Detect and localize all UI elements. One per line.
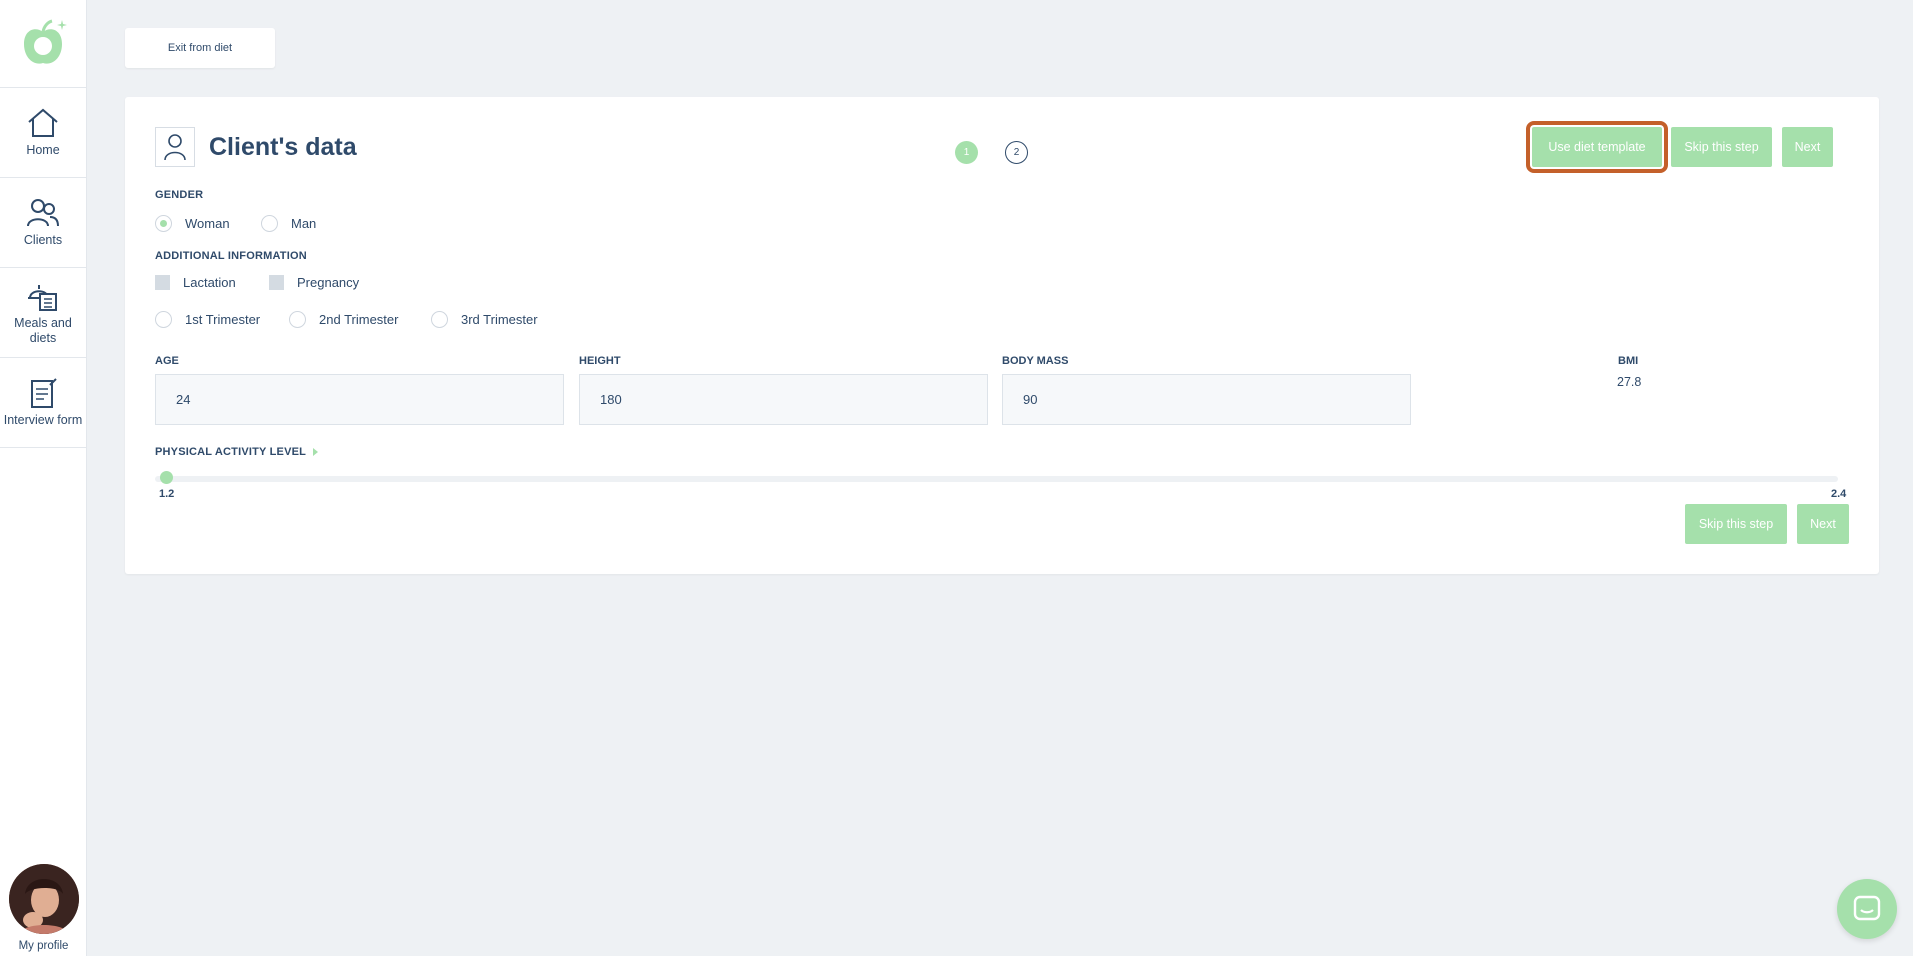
trimester-2-radio[interactable]: 2nd Trimester xyxy=(289,311,398,328)
skip-step-button-bottom[interactable]: Skip this step xyxy=(1685,504,1787,544)
users-icon xyxy=(27,199,59,227)
apple-logo-icon xyxy=(24,19,67,64)
form-icon xyxy=(31,378,57,408)
gender-label: GENDER xyxy=(155,189,204,201)
sidebar-item-label: Clients xyxy=(23,233,63,247)
age-label: AGE xyxy=(155,355,179,367)
sidebar-item-label: Interview form xyxy=(3,413,83,427)
avatar[interactable] xyxy=(8,864,79,934)
step-1[interactable]: 1 xyxy=(955,141,978,164)
trimester-3-radio[interactable]: 3rd Trimester xyxy=(431,311,538,328)
card-header: Client's data xyxy=(155,127,357,167)
sidebar-item-label: Meals and diets xyxy=(14,315,72,345)
pregnancy-label: Pregnancy xyxy=(297,275,360,290)
trimester-1-label: 1st Trimester xyxy=(185,312,261,327)
slider-min-value: 1.2 xyxy=(159,488,175,500)
chat-button[interactable] xyxy=(1837,879,1897,939)
physical-activity-label: PHYSICAL ACTIVITY LEVEL xyxy=(155,446,307,458)
trimester-2-label: 2nd Trimester xyxy=(319,312,399,327)
sidebar-item-clients[interactable]: Clients xyxy=(0,178,86,268)
app-logo[interactable] xyxy=(0,0,86,88)
sidebar-item-interview-form[interactable]: Interview form xyxy=(0,358,86,448)
checkbox-icon xyxy=(155,275,170,290)
height-label: HEIGHT xyxy=(579,355,621,367)
activity-slider-handle[interactable] xyxy=(160,471,173,484)
step-2[interactable]: 2 xyxy=(1005,141,1028,164)
pregnancy-checkbox[interactable]: Pregnancy xyxy=(269,275,359,290)
person-icon xyxy=(155,127,195,167)
height-field[interactable]: 180 xyxy=(579,374,988,425)
home-icon xyxy=(28,108,58,137)
trimester-3-label: 3rd Trimester xyxy=(461,312,538,327)
skip-step-button-top[interactable]: Skip this step xyxy=(1671,127,1772,167)
sidebar-item-meals[interactable]: Meals and diets xyxy=(0,268,86,358)
sidebar: Home Clients Meals and diets Interview f… xyxy=(0,0,87,956)
additional-information-label: ADDITIONAL INFORMATION xyxy=(155,250,307,262)
bmi-label: BMI xyxy=(1618,355,1639,367)
radio-icon xyxy=(155,311,172,328)
physical-activity-label-wrap[interactable]: PHYSICAL ACTIVITY LEVEL xyxy=(155,446,320,458)
lactation-label: Lactation xyxy=(183,275,236,290)
chat-icon xyxy=(1853,895,1881,921)
my-profile[interactable]: My profile xyxy=(0,856,87,956)
gender-man-radio[interactable]: Man xyxy=(261,215,316,232)
gender-woman-label: Woman xyxy=(185,216,230,231)
trimester-1-radio[interactable]: 1st Trimester xyxy=(155,311,260,328)
clients-data-card: Client's data 1 2 Use diet template Skip… xyxy=(125,97,1879,574)
activity-slider-track[interactable] xyxy=(155,476,1838,482)
page-title: Client's data xyxy=(209,132,357,161)
sidebar-item-home[interactable]: Home xyxy=(0,88,86,178)
lactation-checkbox[interactable]: Lactation xyxy=(155,275,236,290)
age-field[interactable]: 24 xyxy=(155,374,564,425)
bmi-value: 27.8 xyxy=(1617,375,1642,389)
caret-right-icon xyxy=(313,448,319,456)
exit-from-diet-button[interactable]: Exit from diet xyxy=(125,28,275,68)
checkbox-icon xyxy=(269,275,284,290)
next-button-bottom[interactable]: Next xyxy=(1797,504,1849,544)
radio-icon xyxy=(431,311,448,328)
use-diet-template-button[interactable]: Use diet template xyxy=(1526,121,1668,173)
radio-icon xyxy=(261,215,278,232)
body-mass-field[interactable]: 90 xyxy=(1002,374,1411,425)
slider-max-value: 2.4 xyxy=(1831,488,1847,500)
avatar-photo-icon xyxy=(8,864,79,934)
radio-icon xyxy=(289,311,306,328)
gender-woman-radio[interactable]: Woman xyxy=(155,215,230,232)
body-mass-label: BODY MASS xyxy=(1002,355,1069,367)
next-button-top[interactable]: Next xyxy=(1782,127,1833,167)
my-profile-label: My profile xyxy=(18,940,69,952)
meal-icon xyxy=(28,284,57,311)
gender-man-label: Man xyxy=(291,216,317,231)
step-indicator: 1 2 xyxy=(955,141,1028,164)
sidebar-item-label: Home xyxy=(26,143,60,157)
radio-checked-icon xyxy=(155,215,172,232)
